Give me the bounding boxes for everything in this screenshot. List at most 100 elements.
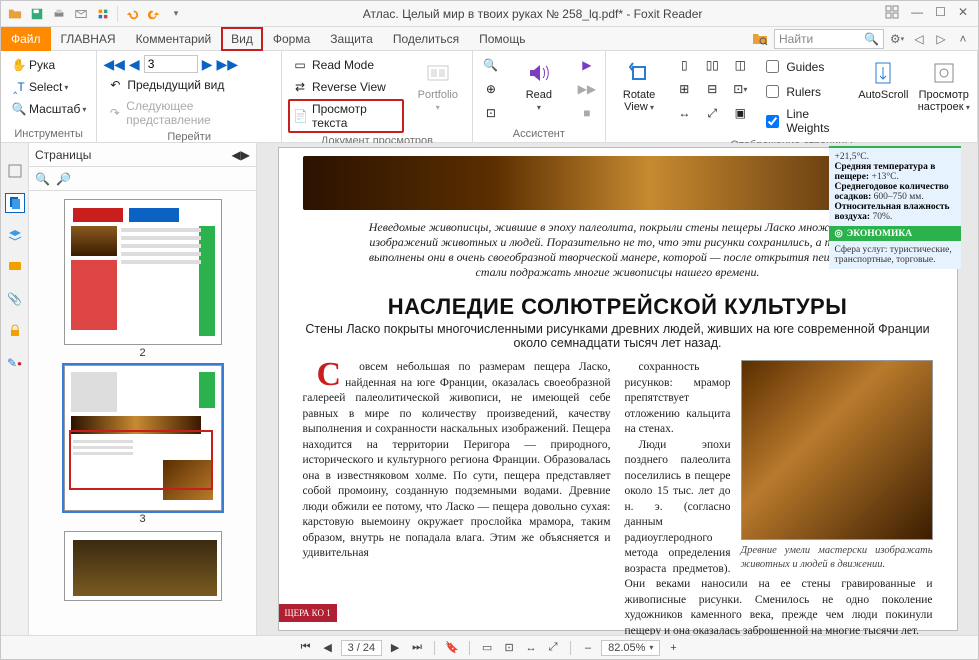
thumbnail-2[interactable]: 2	[64, 199, 222, 359]
tab-share[interactable]: Поделиться	[383, 27, 469, 51]
zoom-tool-button[interactable]: 🔍Масштаб▾	[7, 99, 90, 119]
autoscroll-button[interactable]: AutoScroll	[856, 55, 910, 105]
redo-icon[interactable]	[144, 4, 164, 24]
qat-customize-icon[interactable]: ▾	[166, 4, 186, 24]
print-icon[interactable]	[49, 4, 69, 24]
maximize-button[interactable]: ☐	[935, 5, 946, 22]
tab-protect[interactable]: Защита	[320, 27, 383, 51]
sb-bookmark-icon[interactable]: 🔖	[443, 639, 461, 657]
select-tool-button[interactable]: ‸TSelect▾	[7, 77, 90, 97]
nav-next-icon[interactable]: ▷	[932, 30, 950, 48]
side-strip: 📎 ✎●	[1, 143, 29, 635]
save-icon[interactable]	[27, 4, 47, 24]
first-page-icon[interactable]: ◀◀	[103, 56, 125, 73]
read-mode-button[interactable]: ▭Read Mode	[288, 55, 404, 75]
toolbox-icon[interactable]	[93, 4, 113, 24]
fit-width-button[interactable]: ↔	[672, 103, 696, 123]
sb-zoom-indicator[interactable]: 82.05% ▾	[601, 640, 660, 656]
text-view-icon: 📄	[293, 108, 308, 124]
ribbon-group-docviews: ▭Read Mode ⇄Reverse View 📄Просмотр текст…	[282, 51, 473, 142]
text-view-button[interactable]: 📄Просмотр текста	[288, 99, 404, 133]
assistant-btn-2[interactable]: ⊕	[479, 79, 503, 99]
thumbnails-list[interactable]: 2 3	[29, 191, 256, 635]
undo-icon[interactable]	[122, 4, 142, 24]
hand-tool-button[interactable]: ✋Рука	[7, 55, 90, 75]
page-number-input[interactable]	[144, 55, 198, 73]
layers-icon[interactable]	[5, 225, 25, 245]
tab-help[interactable]: Помощь	[469, 27, 535, 51]
tab-comment[interactable]: Комментарий	[126, 27, 222, 51]
sb-fit-4-icon[interactable]: ⤢	[544, 639, 562, 657]
ribbon-mode-icon[interactable]	[885, 5, 899, 22]
layout-cont-facing-button[interactable]: ⊞	[672, 79, 696, 99]
comments-icon[interactable]	[5, 257, 25, 277]
group-label-goto: Перейти	[103, 129, 275, 143]
layout-cover-button[interactable]: ⊟	[700, 79, 724, 99]
assistant-btn-3[interactable]: ⊡	[479, 103, 503, 123]
security-icon[interactable]	[5, 321, 25, 341]
settings-gear-icon[interactable]: ⚙▾	[888, 30, 906, 48]
tab-home[interactable]: ГЛАВНАЯ	[51, 27, 126, 51]
fit-page-button[interactable]: ⤢	[700, 103, 724, 123]
pages-icon[interactable]	[5, 193, 25, 213]
thumbnail-4[interactable]	[64, 531, 222, 601]
sb-zoom-out-icon[interactable]: –	[579, 639, 597, 657]
sb-last-page-icon[interactable]: ⏭	[408, 639, 426, 657]
search-input[interactable]: Найти🔍	[774, 29, 884, 49]
email-icon[interactable]	[71, 4, 91, 24]
sb-fit-3-icon[interactable]: ↔	[522, 639, 540, 657]
open-icon[interactable]	[5, 4, 25, 24]
signatures-icon[interactable]: ✎●	[5, 353, 25, 373]
bookmarks-icon[interactable]	[5, 161, 25, 181]
cont-facing-icon: ⊞	[676, 81, 692, 97]
cover-icon: ⊟	[704, 81, 720, 97]
next-page-icon[interactable]: ▶	[202, 56, 213, 73]
tab-view[interactable]: Вид	[221, 27, 263, 51]
title-bar: ▾ Атлас. Целый мир в твоих руках № 258_l…	[1, 1, 978, 27]
thumb-zoom-in-icon[interactable]: 🔍	[35, 172, 50, 186]
line-weights-checkbox[interactable]: Line Weights	[758, 105, 850, 137]
sb-prev-page-icon[interactable]: ◀	[319, 639, 337, 657]
rulers-checkbox[interactable]: Rulers	[758, 80, 850, 103]
close-button[interactable]: ✕	[958, 5, 968, 22]
ribbon-collapse-icon[interactable]: ˄	[954, 30, 972, 48]
minimize-button[interactable]: —	[911, 5, 923, 22]
sb-zoom-in-icon[interactable]: +	[664, 639, 682, 657]
rotate-view-button[interactable]: Rotate View ▾	[612, 55, 666, 117]
tab-form[interactable]: Форма	[263, 27, 320, 51]
search-folder-icon[interactable]	[750, 29, 770, 49]
thumbnail-3[interactable]: 3	[64, 365, 222, 525]
layout-continuous-button[interactable]: ▯▯	[700, 55, 724, 75]
fit-visible-button[interactable]: ▣	[728, 103, 752, 123]
nav-prev-icon[interactable]: ◁	[910, 30, 928, 48]
thumbnails-title: Страницы	[35, 148, 91, 162]
layout-single-button[interactable]: ▯	[672, 55, 696, 75]
previous-view-button[interactable]: ↶Предыдущий вид	[103, 75, 275, 95]
thumb-zoom-out-icon[interactable]: 🔎	[56, 172, 71, 186]
search-glass-icon[interactable]: 🔍	[864, 32, 879, 46]
tab-file[interactable]: Файл	[1, 27, 51, 51]
sb-page-indicator[interactable]: 3 / 24	[341, 640, 383, 656]
assistant-btn-4[interactable]: ▶	[575, 55, 599, 75]
panel-collapse-icon[interactable]: ◀▶	[232, 148, 250, 162]
window-title: Атлас. Целый мир в твоих руках № 258_lq.…	[190, 7, 875, 21]
layout-facing-button[interactable]: ◫	[728, 55, 752, 75]
sb-fit-1-icon[interactable]: ▭	[478, 639, 496, 657]
single-page-icon: ▯	[676, 57, 692, 73]
sb-next-page-icon[interactable]: ▶	[386, 639, 404, 657]
layout-split-button[interactable]: ⊡▾	[728, 79, 752, 99]
last-page-icon[interactable]: ▶▶	[216, 56, 238, 73]
attachments-icon[interactable]: 📎	[5, 289, 25, 309]
reverse-view-button[interactable]: ⇄Reverse View	[288, 77, 404, 97]
sb-fit-2-icon[interactable]: ⊡	[500, 639, 518, 657]
figure-right: Древние умели мастерски изображать живот…	[741, 360, 933, 572]
sb-first-page-icon[interactable]: ⏮	[297, 639, 315, 657]
assistant-btn-1[interactable]: 🔍	[479, 55, 503, 75]
read-aloud-button[interactable]: Read▾	[509, 55, 569, 117]
speak-page-icon: ▶▶	[579, 81, 595, 97]
document-viewer: +21,5°C. Средняя температура в пещере: +…	[257, 143, 978, 635]
guides-checkbox[interactable]: Guides	[758, 55, 850, 78]
document-scroll[interactable]: +21,5°C. Средняя температура в пещере: +…	[257, 143, 978, 635]
prev-page-icon[interactable]: ◀	[129, 56, 140, 73]
view-prefs-button[interactable]: Просмотр настроек ▾	[917, 55, 971, 117]
